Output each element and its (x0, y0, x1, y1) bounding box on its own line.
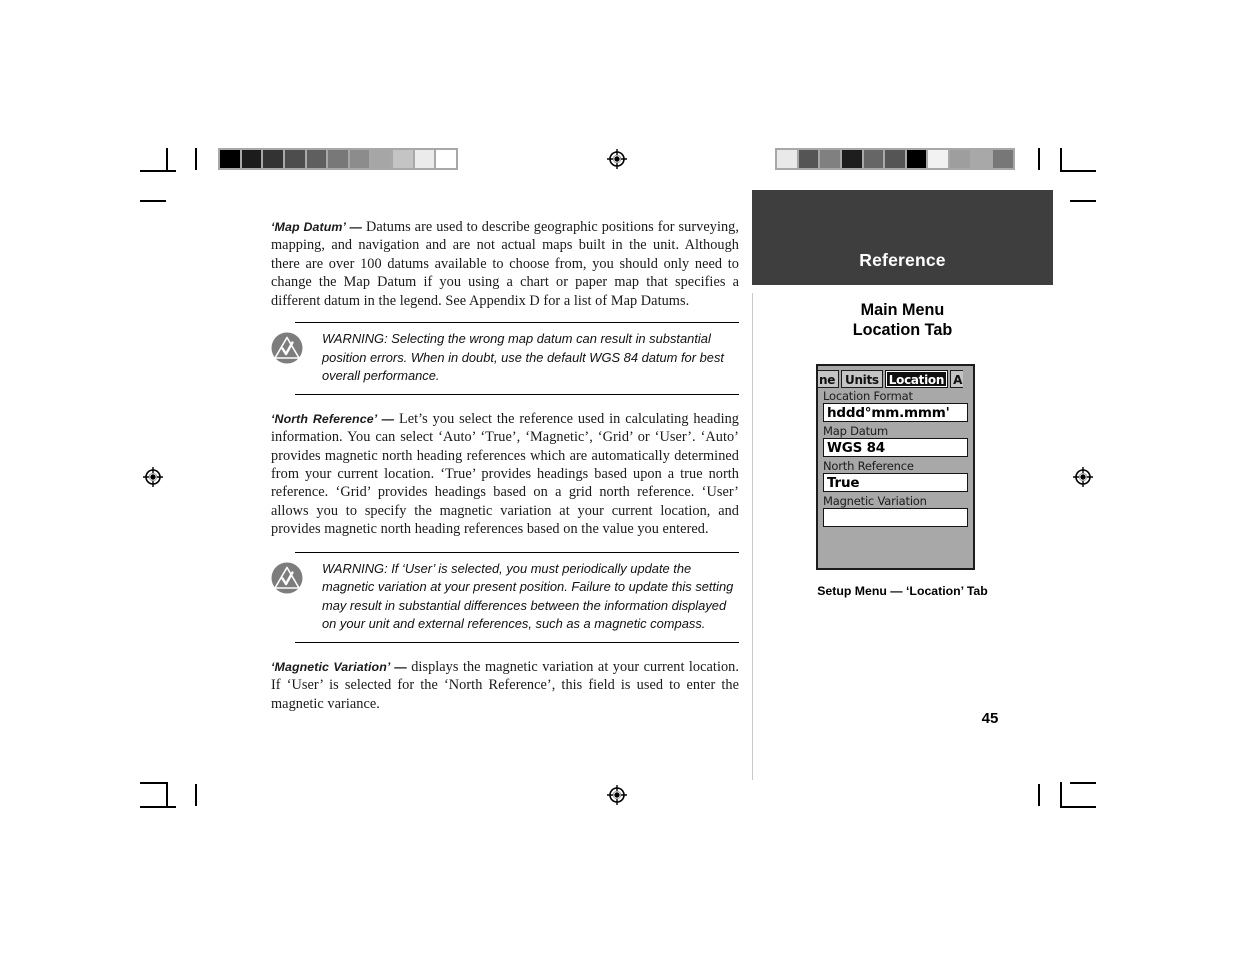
warning-rule-bottom (295, 642, 739, 644)
crop-mark-bottom-right-vertical (1060, 782, 1062, 806)
paragraph-map-datum: ‘Map Datum’ — Datums are used to describ… (271, 218, 739, 310)
gps-value-north-reference[interactable]: True (823, 473, 968, 492)
warning-block-map-datum: WARNING: Selecting the wrong map datum c… (271, 322, 739, 395)
crop-mark-top-right-vertical (1060, 148, 1062, 172)
crop-mark-bottom-left-horizontal (140, 782, 166, 784)
grayscale-swatch (284, 150, 305, 168)
grayscale-control-patches-right (775, 148, 1015, 170)
grayscale-swatch (777, 150, 797, 168)
crop-mark-top-right-horizontal (1060, 170, 1096, 172)
gps-label-map-datum: Map Datum (823, 424, 889, 438)
registration-target-left (143, 467, 163, 487)
grayscale-swatch (906, 150, 927, 168)
grayscale-swatch (798, 150, 819, 168)
grayscale-swatch (885, 150, 905, 168)
grayscale-swatch (414, 150, 435, 168)
crop-mark-top-left-dash (140, 200, 166, 202)
warning-block-user-variation: WARNING: If ‘User’ is selected, you must… (271, 551, 739, 644)
crop-mark-top-left-vertical (166, 148, 168, 172)
sidebar-heading-line1: Main Menu (860, 301, 945, 319)
registration-target-bottom (607, 785, 627, 805)
gps-field-list: Location Format hddd°mm.mmm' Map Datum W… (818, 388, 973, 527)
sidebar-heading: Main Menu Location Tab (752, 300, 1053, 340)
gps-label-location-format: Location Format (823, 389, 913, 403)
gps-tab-location[interactable]: Location (884, 370, 949, 388)
grayscale-swatch (241, 150, 262, 168)
grayscale-swatch (393, 150, 413, 168)
paragraph-lead-magnetic-variation: ‘Magnetic Variation’ — (271, 660, 407, 675)
paragraph-text-north-reference: Let’s you select the reference used in c… (271, 410, 739, 538)
crop-mark-bottom-right-horizontal (1070, 782, 1096, 784)
crop-mark-bottom-right-dash (1060, 806, 1096, 808)
registration-target-right (1073, 467, 1093, 487)
grayscale-swatch (993, 150, 1014, 168)
paragraph-magnetic-variation: ‘Magnetic Variation’ — displays the magn… (271, 658, 739, 713)
gps-tab-time-partial[interactable]: ne (818, 370, 839, 388)
sidebar-heading-line2: Location Tab (852, 321, 953, 339)
page-number: 45 (981, 710, 999, 727)
figure-caption: Setup Menu — ‘Location’ Tab (817, 584, 988, 598)
crop-mark-top-left-horizontal (140, 170, 176, 172)
warning-text-map-datum: WARNING: Selecting the wrong map datum c… (322, 331, 724, 384)
crop-mark-bottom-left-dash (140, 806, 176, 808)
crop-mark-bottom-left-tick (195, 784, 197, 806)
crop-mark-bottom-right-tick (1038, 784, 1040, 806)
grayscale-swatch (863, 150, 884, 168)
section-band: Reference (752, 190, 1053, 285)
gps-tab-alarms-partial[interactable]: A (950, 370, 964, 388)
grayscale-swatch (928, 150, 949, 168)
grayscale-swatch (950, 150, 970, 168)
grayscale-swatch (328, 150, 348, 168)
crop-mark-top-left-tick (195, 148, 197, 170)
registration-target-top (607, 149, 627, 169)
crop-mark-top-right-tick (1038, 148, 1040, 170)
grayscale-swatch (820, 150, 840, 168)
gps-tab-units[interactable]: Units (841, 370, 883, 388)
grayscale-swatch (349, 150, 370, 168)
warning-triangle-icon (271, 562, 303, 594)
column-divider (752, 293, 753, 780)
grayscale-swatch (220, 150, 240, 168)
gps-label-north-reference: North Reference (823, 459, 914, 473)
gps-value-magnetic-variation[interactable] (823, 508, 968, 527)
crop-mark-bottom-left-vertical (166, 782, 168, 806)
section-band-label: Reference (859, 250, 946, 270)
grayscale-swatch (371, 150, 392, 168)
grayscale-swatch (263, 150, 283, 168)
gps-value-map-datum[interactable]: WGS 84 (823, 438, 968, 457)
grayscale-swatch (841, 150, 862, 168)
gps-screen-figure: ne Units Location A Location Format hddd… (816, 364, 975, 570)
paragraph-north-reference: ‘North Reference’ — Let’s you select the… (271, 410, 739, 539)
warning-text-user-variation: WARNING: If ‘User’ is selected, you must… (322, 560, 734, 632)
gps-label-magnetic-variation: Magnetic Variation (823, 494, 927, 508)
warning-rule-bottom (295, 393, 739, 395)
manual-page: ‘Map Datum’ — Datums are used to describ… (0, 0, 1235, 954)
paragraph-lead-north-reference: ‘North Reference’ — (271, 411, 395, 426)
gps-value-location-format[interactable]: hddd°mm.mmm' (823, 403, 968, 422)
warning-triangle-icon (271, 332, 303, 364)
gps-tab-bar: ne Units Location A (818, 366, 973, 388)
paragraph-lead-map-datum: ‘Map Datum’ — (271, 220, 362, 234)
grayscale-step-wedge-left (218, 148, 458, 170)
grayscale-swatch (436, 150, 457, 168)
grayscale-swatch (971, 150, 992, 168)
crop-mark-top-right-dash (1070, 200, 1096, 202)
body-column: ‘Map Datum’ — Datums are used to describ… (271, 218, 739, 719)
grayscale-swatch (306, 150, 327, 168)
